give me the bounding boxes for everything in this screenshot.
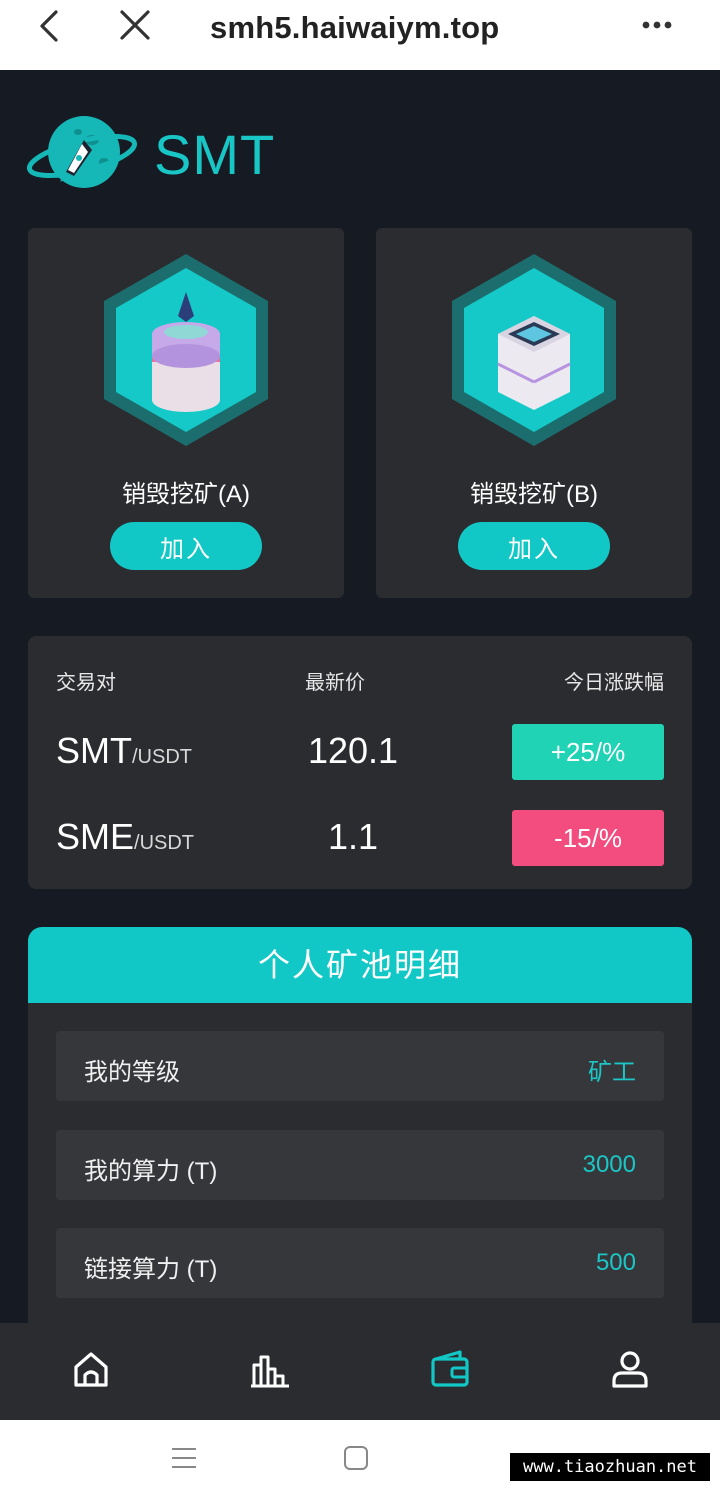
join-button-b[interactable]: 加入 [458,522,610,570]
pool-header: 个人矿池明细 [28,927,692,1003]
pool-row-value: 3000 [582,1151,636,1178]
mining-card-title: 销毁挖矿(A) [122,481,250,508]
pool-details: 我的等级 矿工 我的算力 (T) 3000 链接算力 (T) 500 [28,1003,692,1323]
coin-stack-icon [104,254,268,446]
browser-toolbar: smh5.haiwaiym.top [0,0,720,70]
brand-name: SMT [154,123,276,186]
more-dots-icon[interactable] [640,12,676,38]
pool-row-label: 我的等级 [84,1059,180,1086]
change-badge: -15/% [512,810,664,866]
latest-price: 1.1 [327,816,379,857]
pool-row-label: 我的算力 (T) [84,1158,218,1185]
mining-card-a: 销毁挖矿(A) 加入 [28,228,344,598]
mining-card-b: 销毁挖矿(B) 加入 [376,228,692,598]
pair-label: SME/USDT [56,816,194,858]
watermark: www.tiaozhuan.net [510,1453,710,1481]
pair-base: SMT [56,730,132,771]
pool-row-link-hashrate: 链接算力 (T) 500 [56,1228,664,1298]
market-row[interactable]: SMT/USDT 120.1 +25/% [28,724,692,780]
pool-row-label: 链接算力 (T) [84,1256,218,1283]
change-badge: +25/% [512,724,664,780]
pool-row-value: 500 [595,1249,636,1276]
planet-rocket-logo [26,116,138,188]
mining-card-title: 销毁挖矿(B) [470,481,598,508]
home-square-icon[interactable] [343,1445,369,1471]
market-row[interactable]: SME/USDT 1.1 -15/% [28,810,692,866]
header-change: 今日涨跌幅 [564,672,664,694]
pool-row-value: 矿工 [588,1059,636,1086]
pair-base: SME [56,816,135,857]
home-icon[interactable] [71,1349,111,1389]
chevron-left-icon[interactable] [32,8,68,44]
pair-quote: /USDT [134,832,195,854]
pair-quote: /USDT [132,746,192,768]
url-text[interactable]: smh5.haiwaiym.top [210,10,499,46]
pool-row-hashrate: 我的算力 (T) 3000 [56,1130,664,1200]
join-button-a[interactable]: 加入 [110,522,262,570]
market-table: 交易对 最新价 今日涨跌幅 SMT/USDT 120.1 +25/% SME/U… [28,636,692,889]
latest-price: 120.1 [307,730,399,771]
bottom-tab-bar [0,1323,720,1420]
wallet-icon[interactable] [430,1349,470,1389]
pool-title: 个人矿池明细 [257,947,462,983]
close-icon[interactable] [116,8,154,44]
pool-row-level: 我的等级 矿工 [56,1031,664,1101]
menu-icon[interactable] [170,1446,198,1470]
chart-icon[interactable] [251,1349,291,1389]
user-icon[interactable] [610,1349,650,1389]
server-box-icon [452,254,616,446]
header-pair: 交易对 [56,672,116,694]
header-price: 最新价 [305,672,365,694]
pair-label: SMT/USDT [56,730,192,772]
